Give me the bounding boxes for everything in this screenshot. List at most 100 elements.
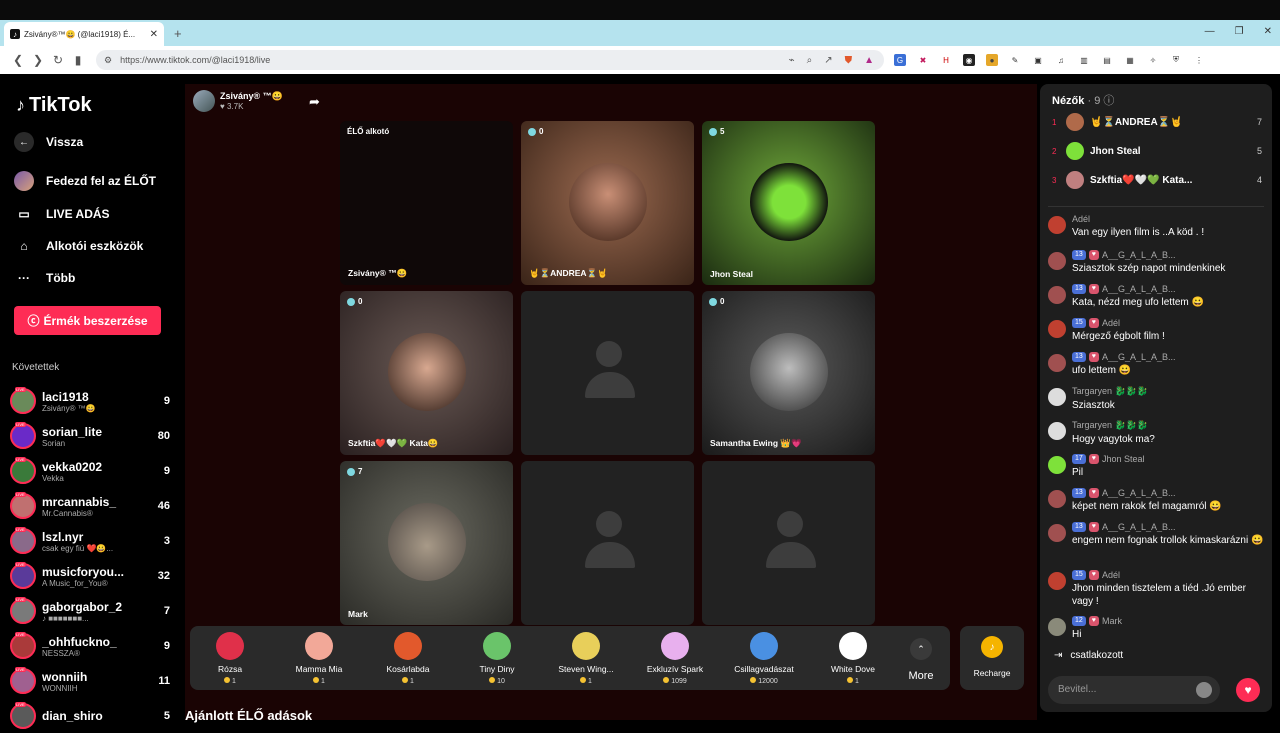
following-item[interactable]: LIVE musicforyou... A Music_for_You® 32 bbox=[10, 559, 170, 593]
guest-cell-samantha[interactable]: 0 Samantha Ewing 👑💗 bbox=[702, 291, 875, 455]
emoji-icon[interactable] bbox=[1196, 682, 1212, 698]
share-icon[interactable]: ➦ bbox=[309, 94, 320, 110]
more-gifts-button[interactable]: ⌃ More bbox=[902, 638, 940, 682]
empty-guest-slot[interactable] bbox=[521, 461, 694, 625]
wallet-icon[interactable]: ▦ bbox=[1124, 54, 1136, 66]
following-item[interactable]: LIVE _ohhfuckno_ NESSZA® 9 bbox=[10, 629, 170, 663]
following-item[interactable]: LIVE laci1918 Zsivány® ™😀 9 bbox=[10, 384, 170, 418]
close-window-icon[interactable]: ✕ bbox=[1264, 26, 1272, 37]
gift-item[interactable]: Tiny Diny 10 bbox=[457, 632, 537, 685]
shield-icon[interactable]: ⛊ bbox=[845, 55, 853, 66]
chat-message[interactable]: 15 ♥ Adél Jhon minden tisztelem a tiéd .Jó … bbox=[1048, 570, 1268, 608]
extension-icon[interactable]: ✖ bbox=[917, 54, 929, 66]
sidebar-item-explore-live[interactable]: Fedezd fel az ÉLŐT bbox=[14, 171, 156, 191]
following-item[interactable]: LIVE vekka0202 Vekka 9 bbox=[10, 454, 170, 488]
fan-badge-icon: ♥ bbox=[1088, 352, 1099, 362]
chat-message[interactable]: Adél Van egy ilyen film is ..A köd . ! bbox=[1048, 214, 1268, 239]
cell-name: Jhon Steal bbox=[710, 269, 753, 279]
chat-message[interactable]: Targaryen 🐉🐉🐉 Sziasztok bbox=[1048, 386, 1268, 412]
tabs-icon[interactable]: ▤ bbox=[1101, 54, 1113, 66]
gift-item[interactable]: Rózsa 1 bbox=[190, 632, 270, 685]
url-field[interactable]: ⚙ https://www.tiktok.com/@laci1918/live … bbox=[96, 50, 884, 70]
browser-tab[interactable]: ♪ Zsivány®™😀 (@laci1918) É... ✕ bbox=[4, 22, 164, 46]
live-badge: LIVE bbox=[15, 422, 26, 427]
site-info-icon[interactable]: ⚙ bbox=[104, 55, 112, 66]
gift-item[interactable]: Kosárlabda 1 bbox=[368, 632, 448, 685]
cell-name: Mark bbox=[348, 609, 368, 619]
following-name: vekka0202 bbox=[42, 459, 103, 474]
gift-item[interactable]: White Dove 1 bbox=[813, 632, 893, 685]
back-arrow-icon[interactable]: ❮ bbox=[8, 53, 28, 67]
top-viewer-row[interactable]: 3 Szkftia❤️🤍💚 Kata... 4 bbox=[1052, 170, 1262, 190]
sidebar-icon[interactable]: ▥ bbox=[1078, 54, 1090, 66]
chat-message[interactable]: 13 ♥ A__G_A_L_A_B... ufo lettem 😀 bbox=[1048, 352, 1268, 377]
extension-icon[interactable]: ✎ bbox=[1009, 54, 1021, 66]
gift-price: 1 bbox=[813, 677, 893, 685]
translate-icon[interactable]: ⌁ bbox=[789, 55, 795, 66]
share-page-icon[interactable]: ↗ bbox=[824, 55, 832, 66]
get-coins-button[interactable]: ⓒ Érmék beszerzése bbox=[14, 306, 161, 335]
extension-icon[interactable]: ▣ bbox=[1032, 54, 1044, 66]
empty-guest-slot[interactable] bbox=[702, 461, 875, 625]
following-item[interactable]: LIVE sorian_lite Sorian 80 bbox=[10, 419, 170, 453]
menu-icon[interactable]: ⋮ bbox=[1193, 54, 1205, 66]
guest-cell-szkftia[interactable]: 0 Szkftia❤️🤍💚 Kata😀 bbox=[340, 291, 513, 455]
extension-icon[interactable]: G bbox=[894, 54, 906, 66]
gift-item[interactable]: Steven Wing... 1 bbox=[546, 632, 626, 685]
chat-message[interactable]: Targaryen 🐉🐉🐉 Hogy vagytok ma? bbox=[1048, 420, 1268, 446]
back-link[interactable]: ← Vissza bbox=[14, 132, 83, 152]
tiktok-logo[interactable]: ♪ TikTok bbox=[16, 94, 92, 117]
sidebar-item-more[interactable]: ··· Több bbox=[14, 268, 75, 288]
gift-name: Exkluzív Spark bbox=[646, 664, 704, 674]
minimize-icon[interactable]: — bbox=[1205, 26, 1215, 37]
gift-item[interactable]: Csillagvadászat 12000 bbox=[724, 632, 804, 685]
music-icon[interactable]: ♫ bbox=[1055, 54, 1067, 66]
chat-input[interactable]: Bevitel... bbox=[1048, 676, 1220, 704]
sidebar-item-live[interactable]: ▭ LIVE ADÁS bbox=[14, 204, 109, 224]
chat-message[interactable]: 17 ♥ Jhon Steal Pil bbox=[1048, 454, 1268, 479]
chat-message[interactable]: 12 ♥ Mark Hi bbox=[1048, 616, 1268, 641]
sidebar-item-creator-tools[interactable]: ⌂ Alkotói eszközök bbox=[14, 236, 143, 256]
chat-message[interactable]: 13 ♥ A__G_A_L_A_B... Kata, nézd meg ufo let… bbox=[1048, 284, 1268, 309]
bookmark-icon[interactable]: ▮ bbox=[68, 53, 88, 67]
guest-cell-host[interactable]: ÉLŐ alkotó Zsivány® ™😀 bbox=[340, 121, 513, 285]
following-item[interactable]: LIVE wonniih WONNIIH 11 bbox=[10, 664, 170, 698]
info-icon[interactable]: ⓘ bbox=[1103, 95, 1114, 107]
following-item[interactable]: LIVE lszl.nyr csak egy fiú ❤️😀... 3 bbox=[10, 524, 170, 558]
guest-avatar bbox=[388, 503, 466, 581]
extension-icon[interactable]: ◉ bbox=[963, 54, 975, 66]
chat-message[interactable]: 13 ♥ A__G_A_L_A_B... képet nem rakok fel ma… bbox=[1048, 488, 1268, 513]
top-viewer-row[interactable]: 1 🤘⏳ANDREA⏳🤘 7 bbox=[1052, 112, 1262, 132]
recharge-button[interactable]: ♪ Recharge bbox=[960, 626, 1024, 690]
viewers-header[interactable]: Nézők · 9 ⓘ bbox=[1052, 92, 1114, 108]
gift-item[interactable]: Mamma Mia 1 bbox=[279, 632, 359, 685]
close-tab-icon[interactable]: ✕ bbox=[150, 29, 158, 40]
gift-item[interactable]: Exkluzív Spark 1099 bbox=[635, 632, 715, 685]
host-info[interactable]: Zsivány® ™😀 ♥ 3.7K bbox=[193, 90, 283, 112]
guest-cell-andrea[interactable]: 0 🤘⏳ANDREA⏳🤘 bbox=[521, 121, 694, 285]
empty-guest-slot[interactable] bbox=[521, 291, 694, 455]
guest-cell-jhon[interactable]: 5 Jhon Steal bbox=[702, 121, 875, 285]
chat-message[interactable]: 15 ♥ Adél Mérgező égbolt film ! bbox=[1048, 318, 1268, 343]
reload-icon[interactable]: ↻ bbox=[48, 53, 68, 67]
triangle-icon[interactable]: ▲ bbox=[864, 55, 874, 66]
top-viewer-row[interactable]: 2 Jhon Steal 5 bbox=[1052, 141, 1262, 161]
like-heart-button[interactable]: ♥ bbox=[1236, 678, 1260, 702]
new-tab-button[interactable]: + bbox=[174, 26, 182, 41]
chat-message[interactable]: 13 ♥ A__G_A_L_A_B... engem nem fognak troll… bbox=[1048, 522, 1268, 547]
following-item[interactable]: LIVE gaborgabor_2 ♪ ■■■■■■■... 7 bbox=[10, 594, 170, 628]
vpn-icon[interactable]: ⛨ bbox=[1170, 54, 1182, 66]
extension-icon[interactable]: H bbox=[940, 54, 952, 66]
following-item[interactable]: LIVE mrcannabis_ Mr.Cannabis® 46 bbox=[10, 489, 170, 523]
level-badge: 15 bbox=[1072, 570, 1086, 580]
following-item[interactable]: LIVE dian_shiro 5 bbox=[10, 699, 170, 733]
forward-arrow-icon[interactable]: ❯ bbox=[28, 53, 48, 67]
zoom-icon[interactable]: ⌕ bbox=[807, 55, 813, 66]
sparkle-icon[interactable]: ✧ bbox=[1147, 54, 1159, 66]
host-avatar[interactable] bbox=[193, 90, 215, 112]
chat-message[interactable]: 13 ♥ A__G_A_L_A_B... Sziasztok szép napot m… bbox=[1048, 250, 1268, 275]
restore-icon[interactable]: ❐ bbox=[1235, 26, 1244, 37]
guest-cell-mark[interactable]: 7 Mark bbox=[340, 461, 513, 625]
extension-icon[interactable]: ● bbox=[986, 54, 998, 66]
logo-text: TikTok bbox=[29, 94, 92, 116]
